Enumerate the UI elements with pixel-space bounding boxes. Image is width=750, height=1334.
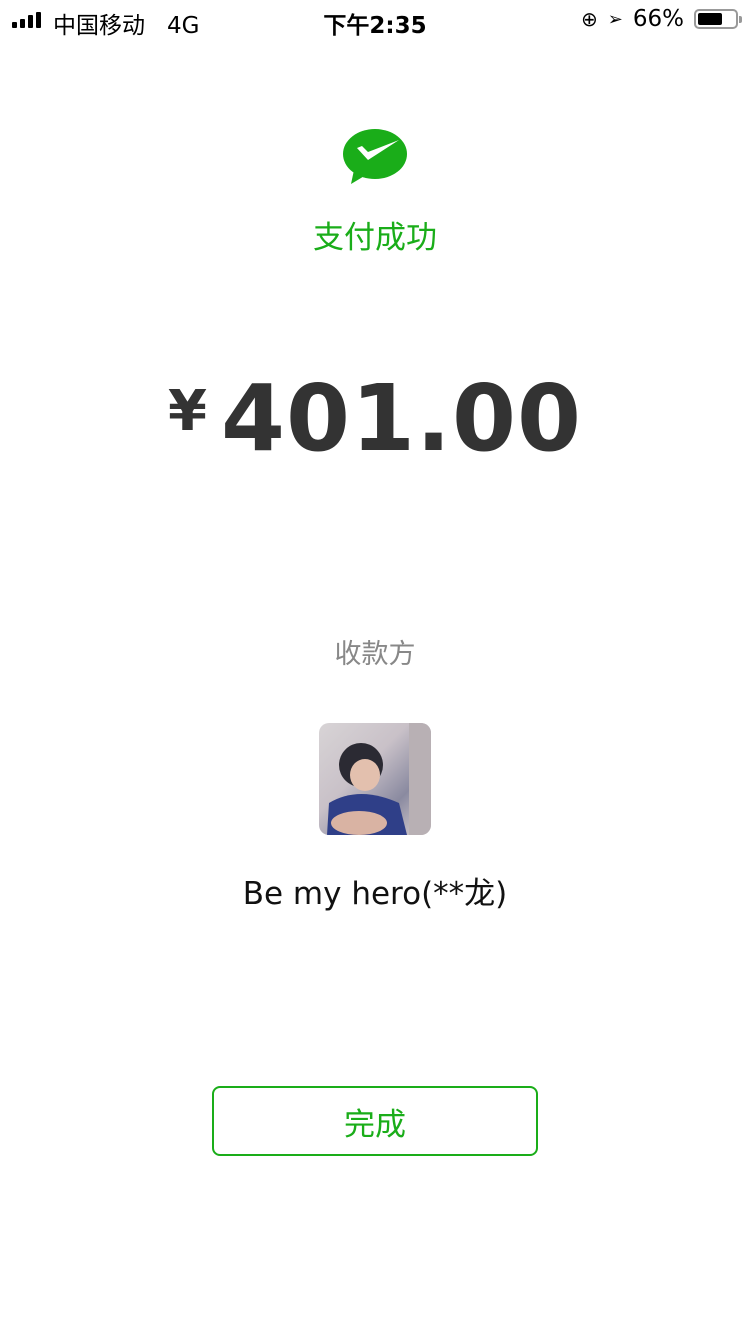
battery-icon [694,9,742,29]
payee-label: 收款方 [334,639,416,670]
currency-symbol: ¥ [168,379,207,444]
wechat-pay-success-icon [343,129,407,184]
payment-amount: ¥401.00 [0,365,750,472]
location-icon: ➢ [607,8,623,30]
amount-value: 401.00 [220,365,582,472]
status-bar: 中国移动 4G 下午2:35 ⊕ ➢ 66% [0,0,750,40]
orientation-lock-icon: ⊕ [581,7,598,31]
done-button[interactable]: 完成 [212,1086,538,1156]
payee-name: Be my hero(**龙) [242,876,508,912]
battery-percent: 66% [632,6,684,32]
payee-avatar [319,723,431,835]
payment-success-title: 支付成功 [313,220,437,256]
